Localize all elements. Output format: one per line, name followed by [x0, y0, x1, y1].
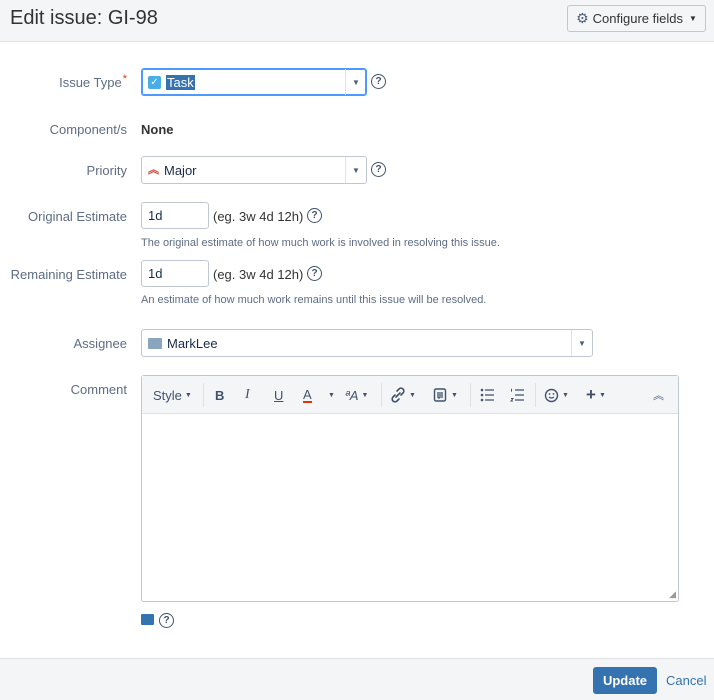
- link-icon: [391, 387, 405, 403]
- chevron-down-icon: ▼: [598, 391, 606, 399]
- remaining-estimate-label: Remaining Estimate: [10, 267, 127, 282]
- plus-icon: +: [586, 385, 596, 404]
- cancel-link[interactable]: Cancel: [666, 673, 706, 688]
- required-marker: *: [122, 73, 127, 85]
- editor-toolbar: Style ▼ B I U A ▼ ªA ▼ ▼ ▼ ▼ + ▼ ︽: [142, 376, 678, 414]
- chevron-down-icon[interactable]: ▼: [571, 330, 592, 356]
- original-estimate-input[interactable]: [141, 202, 209, 229]
- assignee-value: MarkLee: [167, 336, 218, 351]
- toolbar-divider: [203, 383, 204, 407]
- italic-button[interactable]: I: [245, 376, 250, 414]
- emoticon-icon: [544, 388, 559, 402]
- issue-type-value: Task: [166, 75, 195, 90]
- attachment-icon: [433, 388, 447, 402]
- help-icon[interactable]: ?: [371, 162, 386, 177]
- components-label: Component/s: [49, 122, 127, 137]
- chevron-down-icon[interactable]: ▼: [345, 157, 366, 183]
- issue-type-label: Issue Type*: [59, 73, 127, 90]
- chevron-down-icon: ▼: [184, 391, 192, 399]
- original-estimate-description: The original estimate of how much work i…: [141, 237, 500, 249]
- attachment-button[interactable]: ▼: [432, 376, 458, 414]
- configure-fields-label: Configure fields: [592, 11, 683, 26]
- chevron-down-icon: ▼: [688, 14, 697, 23]
- remaining-estimate-hint: (eg. 3w 4d 12h): [213, 267, 304, 282]
- help-icon[interactable]: ?: [307, 208, 322, 223]
- gear-icon: ⚙: [576, 10, 589, 26]
- text-effects-icon: ªA: [345, 387, 359, 403]
- components-value: None: [141, 122, 174, 137]
- style-label: Style: [153, 387, 182, 403]
- issue-type-label-text: Issue Type: [59, 75, 122, 90]
- resize-handle-icon[interactable]: ◢: [669, 589, 676, 600]
- assignee-label: Assignee: [73, 336, 127, 351]
- assignee-select[interactable]: MarkLee ▼: [141, 329, 593, 357]
- priority-value: Major: [164, 163, 197, 178]
- issue-type-select[interactable]: ✓ Task ▼: [141, 68, 367, 96]
- insert-more-button[interactable]: + ▼: [586, 376, 606, 414]
- original-estimate-hint: (eg. 3w 4d 12h): [213, 209, 304, 224]
- remaining-estimate-description: An estimate of how much work remains unt…: [141, 294, 487, 306]
- comment-textarea[interactable]: [142, 414, 678, 601]
- numbered-list-icon: [510, 388, 524, 402]
- double-chevron-up-icon: ︽: [653, 390, 664, 402]
- text-color-icon: A: [303, 386, 312, 403]
- emoticon-button[interactable]: ▼: [544, 376, 569, 414]
- comment-editor: Style ▼ B I U A ▼ ªA ▼ ▼ ▼ ▼ + ▼ ︽ ◢: [141, 375, 679, 602]
- chevron-down-icon: ▼: [451, 391, 458, 399]
- chevron-down-icon: ▼: [328, 391, 335, 399]
- priority-major-icon: ︽: [148, 164, 159, 176]
- dialog-title: Edit issue: GI-98: [10, 7, 158, 29]
- numbered-list-button[interactable]: [510, 376, 526, 414]
- priority-select[interactable]: ︽ Major ▼: [141, 156, 367, 184]
- task-icon: ✓: [148, 76, 161, 89]
- bullet-list-button[interactable]: [480, 376, 496, 414]
- dialog-header: Edit issue: GI-98 ⚙ Configure fields ▼: [0, 0, 714, 42]
- style-dropdown[interactable]: Style ▼: [153, 376, 192, 414]
- chevron-down-icon[interactable]: ▼: [345, 69, 366, 95]
- help-icon[interactable]: ?: [159, 613, 174, 628]
- toolbar-divider: [470, 383, 471, 407]
- chevron-down-icon: ▼: [409, 391, 416, 399]
- bullet-list-icon: [480, 388, 494, 402]
- text-effects-button[interactable]: ªA ▼: [345, 376, 368, 414]
- collapse-toolbar-button[interactable]: ︽: [653, 376, 664, 414]
- help-icon[interactable]: ?: [307, 266, 322, 281]
- priority-label: Priority: [86, 163, 127, 178]
- update-button[interactable]: Update: [593, 667, 657, 694]
- bold-button[interactable]: B: [215, 376, 224, 414]
- text-mode-icon[interactable]: [141, 614, 154, 625]
- chevron-down-icon: ▼: [562, 391, 569, 399]
- toolbar-divider: [535, 383, 536, 407]
- remaining-estimate-input[interactable]: [141, 260, 209, 287]
- dialog-footer: Update Cancel: [0, 658, 714, 700]
- text-color-button[interactable]: A: [303, 376, 312, 414]
- text-color-dropdown[interactable]: ▼: [325, 376, 335, 414]
- link-button[interactable]: ▼: [390, 376, 416, 414]
- help-icon[interactable]: ?: [371, 74, 386, 89]
- chevron-down-icon: ▼: [361, 391, 369, 399]
- configure-fields-button[interactable]: ⚙ Configure fields ▼: [567, 5, 706, 32]
- comment-label: Comment: [70, 382, 127, 397]
- original-estimate-label: Original Estimate: [28, 209, 127, 224]
- avatar-icon: [148, 338, 162, 349]
- toolbar-divider: [381, 383, 382, 407]
- underline-button[interactable]: U: [274, 376, 283, 414]
